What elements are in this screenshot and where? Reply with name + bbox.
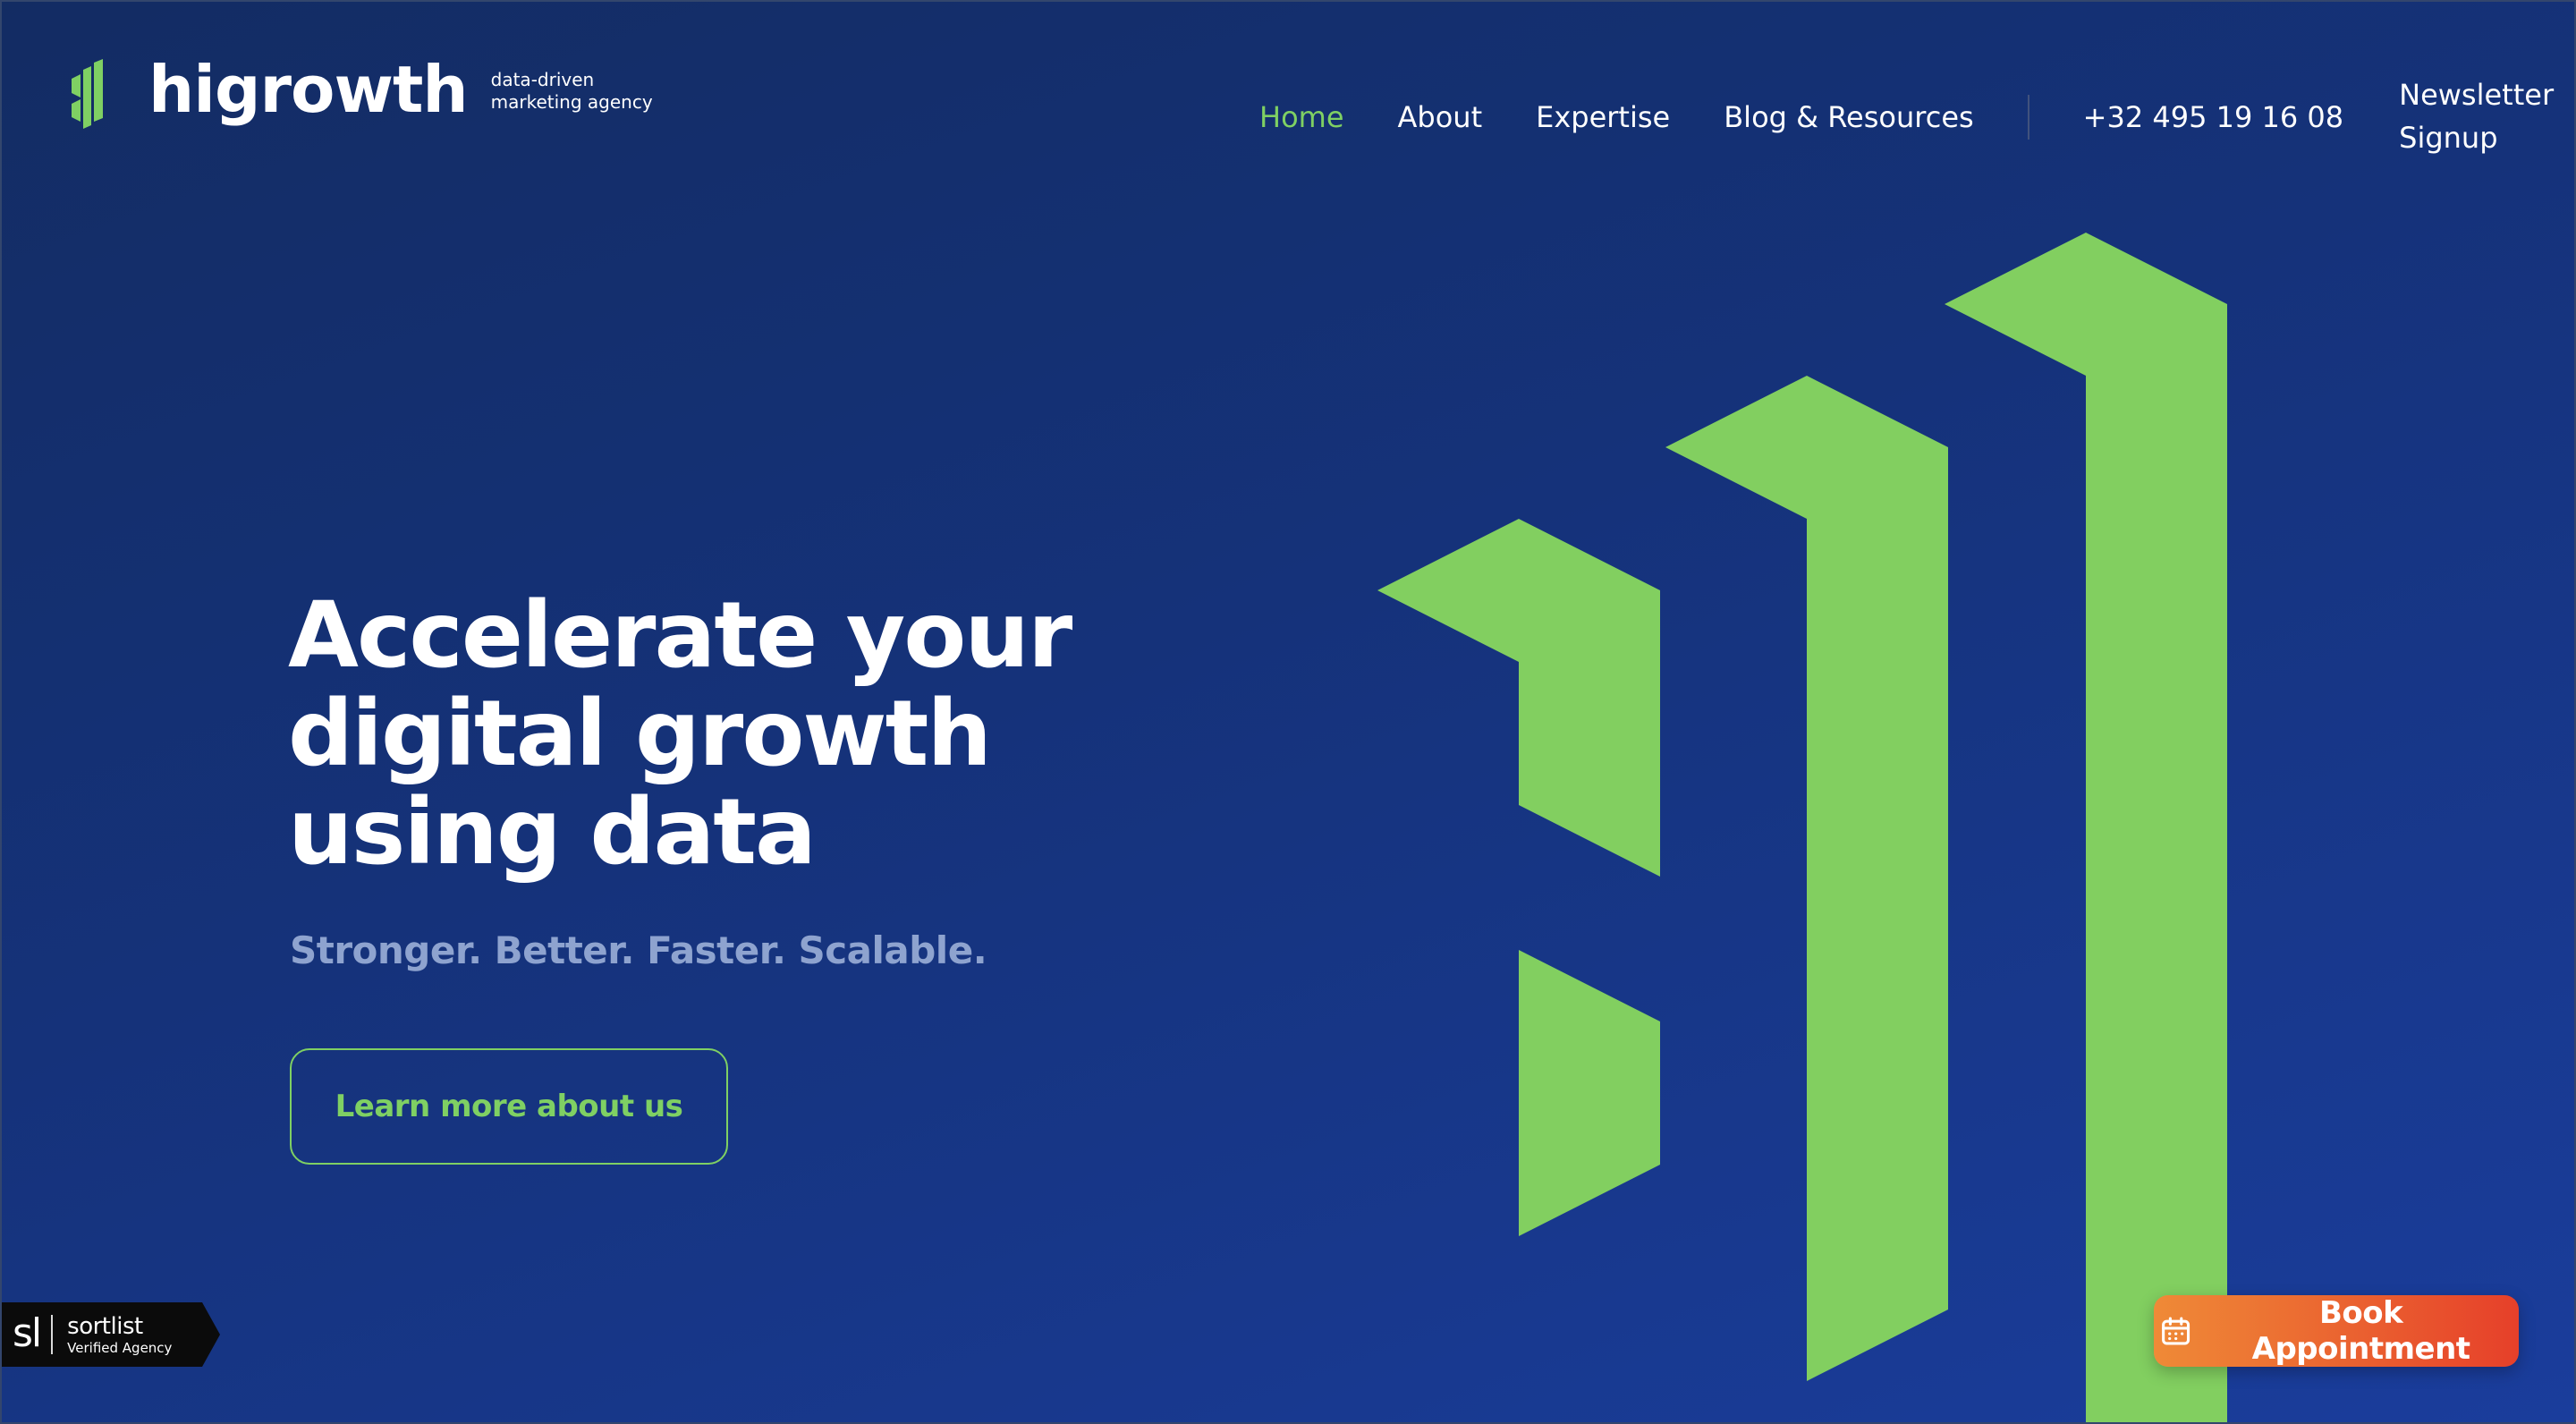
hero-subtitle: Stronger. Better. Faster. Scalable.: [290, 928, 987, 972]
nav-blog-resources[interactable]: Blog & Resources: [1724, 103, 1973, 131]
nav-about[interactable]: About: [1398, 103, 1483, 131]
badge-separator: [51, 1315, 54, 1354]
logo-tagline-line2: marketing agency: [490, 91, 653, 113]
nav-phone-link[interactable]: +32 495 19 16 08: [2083, 103, 2343, 131]
growth-bars-graphic: [1377, 233, 2227, 1424]
badge-subtitle: Verified Agency: [67, 1339, 173, 1356]
book-appointment-label: Book Appointment: [2251, 1295, 2470, 1367]
main-nav: Home About Expertise Blog & Resources +3…: [1259, 75, 2569, 159]
hero-title-line3: using data: [288, 779, 817, 886]
graphic-bar-medium: [1665, 376, 1948, 1381]
nav-expertise[interactable]: Expertise: [1536, 103, 1670, 131]
badge-name: sortlist: [67, 1312, 143, 1340]
graphic-bar-tall: [1945, 233, 2227, 1424]
nav-divider: [2027, 95, 2029, 140]
book-appointment-button[interactable]: Book Appointment: [2154, 1295, 2519, 1367]
hero-title: Accelerate your digital growth using dat…: [288, 587, 1093, 882]
sortlist-verified-badge[interactable]: sl sortlist Verified Agency: [0, 1302, 220, 1367]
hero-title-line2: digital growth: [288, 681, 992, 787]
logo[interactable]: higrowth data-driven marketing agency: [72, 52, 653, 129]
calendar-icon: [2162, 1317, 2190, 1345]
logo-name: higrowth: [148, 52, 469, 127]
newsletter-line2: Signup: [2399, 121, 2498, 155]
logo-tagline-line1: data-driven: [490, 69, 595, 90]
graphic-bar-small-bottom: [1519, 950, 1660, 1236]
sortlist-logo-icon: sl: [13, 1310, 42, 1356]
nav-newsletter-signup[interactable]: Newsletter Signup: [2399, 73, 2569, 159]
nav-home[interactable]: Home: [1259, 103, 1344, 131]
learn-more-button[interactable]: Learn more about us: [290, 1048, 728, 1165]
higrowth-logo-icon: [72, 59, 103, 129]
newsletter-line1: Newsletter: [2399, 78, 2555, 112]
logo-tagline: data-driven marketing agency: [491, 69, 653, 114]
page: higrowth data-driven marketing agency Ho…: [0, 0, 2576, 1424]
hero-title-line1: Accelerate your: [288, 582, 1072, 689]
badge-text: sortlist Verified Agency: [67, 1315, 172, 1355]
graphic-bar-small-top: [1377, 519, 1660, 877]
